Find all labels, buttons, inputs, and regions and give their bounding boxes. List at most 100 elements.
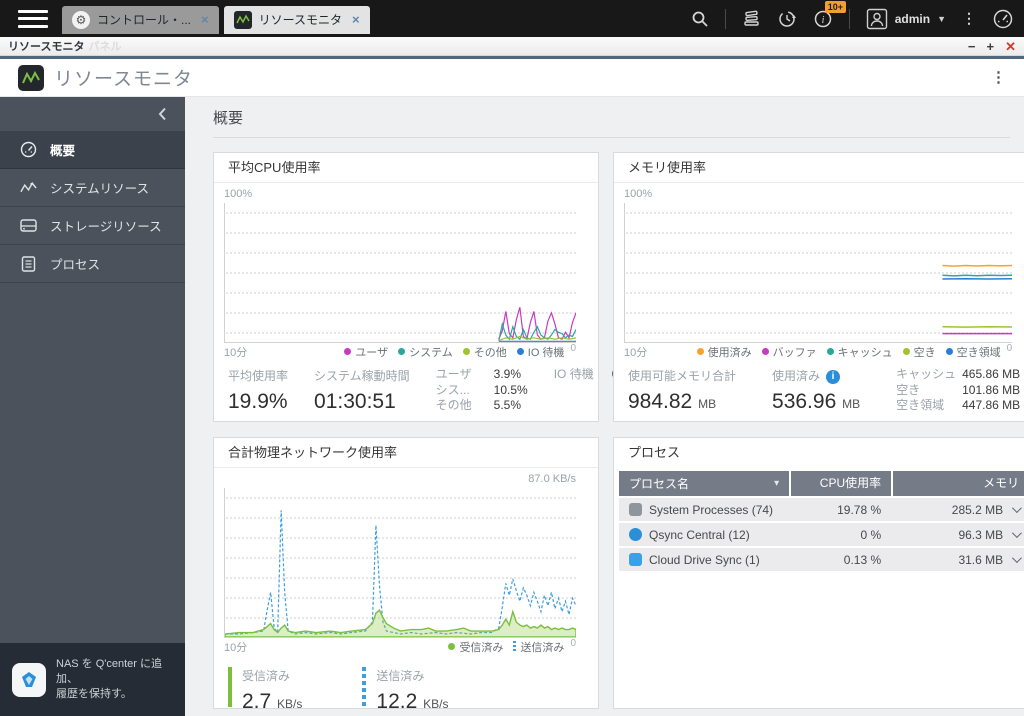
tab-close-icon[interactable]: ×	[352, 12, 360, 27]
expand-chevron-icon[interactable]	[1012, 528, 1023, 539]
desktop-topbar: ⚙ コントロール・... × リソースモニタ × i 10+ admin ▼ ⋮	[0, 0, 1024, 37]
sort-caret-icon[interactable]: ▾	[774, 478, 779, 489]
rx-swatch-bar	[228, 667, 232, 707]
network-stats: 受信済み 2.7 KB/s 送信済み 12.2 KB/s	[214, 655, 598, 714]
more-options-icon[interactable]: ⋮	[962, 11, 976, 25]
qcenter-promo-text: NAS を Q'center に追加、 履歴を保持す。	[56, 658, 163, 700]
qcenter-icon	[12, 662, 46, 697]
window-titlebar: リソースモニタ パネル − + ✕	[0, 37, 1024, 56]
table-row-system-processes[interactable]: System Processes (74) 19.78 % 285.2 MB	[619, 498, 1024, 521]
legend-dot	[945, 348, 953, 355]
panel-title: メモリ使用率	[614, 153, 1024, 183]
cloud-drive-sync-icon	[629, 553, 642, 566]
tab-label: リソースモニタ	[258, 13, 343, 27]
legend-dot	[902, 348, 910, 355]
tx-value: 12.2 KB/s	[376, 690, 449, 713]
info-icon[interactable]: i	[826, 369, 841, 384]
cpu-chart	[224, 203, 576, 343]
y-max-label: 87.0 KB/s	[528, 473, 576, 485]
sidebar-item-storage-resource[interactable]: ストレージリソース	[0, 207, 185, 245]
minimize-button[interactable]: −	[968, 40, 976, 53]
sidebar-item-process[interactable]: プロセス	[0, 245, 185, 283]
expand-chevron-icon[interactable]	[1012, 553, 1023, 564]
close-button[interactable]: ✕	[1005, 40, 1016, 53]
sidebar-collapse[interactable]	[0, 97, 185, 131]
window-title-ghost: パネル	[88, 41, 122, 53]
sidebar-item-label: プロセス	[50, 258, 101, 272]
resource-monitor-app-icon	[18, 64, 44, 91]
divider	[724, 8, 726, 29]
page-title: 概要	[213, 107, 1010, 138]
legend-dot	[761, 348, 769, 355]
sidebar-item-label: ストレージリソース	[50, 220, 162, 234]
sidebar: 概要 システムリソース ストレージリソース プロセス NAS を Q'cente…	[0, 97, 185, 716]
x-left-label: 10分	[624, 346, 648, 359]
network-legend: 受信済み 送信済み	[448, 639, 564, 655]
cpu-average-value: 19.9%	[228, 390, 288, 413]
user-menu[interactable]: admin ▼	[866, 8, 946, 30]
event-notifications-icon[interactable]: i 10+	[813, 0, 847, 29]
tab-close-icon[interactable]: ×	[201, 12, 209, 27]
cpu-breakdown: ユーザ 3.9% シス... 10.5% その他 5.5%	[435, 367, 528, 412]
x-right-label: 0	[570, 343, 576, 354]
memory-total-value: 984.82 MB	[628, 390, 717, 413]
tab-control-panel[interactable]: ⚙ コントロール・... ×	[62, 5, 219, 34]
panel-title: 平均CPU使用率	[214, 153, 598, 183]
legend-dot	[448, 643, 456, 650]
process-table-header: プロセス名 ▾ CPU使用率 メモリ	[619, 471, 1024, 496]
main-content: 概要 平均CPU使用率 100% 10分 ユーザ システム その他 IO 待機 …	[185, 97, 1024, 716]
app-more-icon[interactable]: ⋮	[991, 70, 1006, 85]
column-process-name[interactable]: プロセス名 ▾	[619, 475, 789, 492]
divider	[848, 8, 850, 29]
search-icon[interactable]	[691, 10, 709, 28]
maximize-button[interactable]: +	[987, 40, 995, 53]
table-row-qsync-central[interactable]: Qsync Central (12) 0 % 96.3 MB	[619, 523, 1024, 546]
line-chart-icon	[20, 181, 37, 195]
gear-icon: ⚙	[72, 10, 90, 29]
process-panel: プロセス プロセス名 ▾ CPU使用率 メモリ System Processes …	[613, 437, 1024, 709]
cpu-stats: 平均使用率 19.9% システム稼動時間 01:30:51 ユーザ 3.9% シス…	[214, 360, 639, 414]
sidebar-item-system-resource[interactable]: システムリソース	[0, 169, 185, 207]
main-menu-icon[interactable]	[18, 8, 48, 30]
x-left-label: 10分	[224, 346, 248, 359]
memory-chart	[624, 203, 1013, 343]
panel-title: 合計物理ネットワーク使用率	[214, 438, 598, 468]
background-tasks-icon[interactable]	[742, 9, 761, 28]
expand-chevron-icon[interactable]	[1012, 503, 1023, 514]
qcenter-promo[interactable]: NAS を Q'center に追加、 履歴を保持す。	[0, 643, 185, 716]
y-max-label: 100%	[224, 188, 253, 200]
cpu-usage-panel: 平均CPU使用率 100% 10分 ユーザ システム その他 IO 待機 0 平…	[213, 152, 639, 422]
system-process-icon	[629, 503, 642, 516]
memory-used-value: 536.96 MB	[772, 390, 861, 413]
qsync-central-icon	[629, 528, 642, 541]
legend-dot	[462, 348, 470, 355]
tx-swatch-bar	[362, 667, 367, 707]
legend-dot	[696, 348, 704, 355]
sidebar-item-label: 概要	[50, 144, 76, 158]
process-list-icon	[20, 255, 37, 272]
legend-dot	[398, 348, 406, 355]
username: admin	[894, 11, 931, 26]
notifications-refresh-icon[interactable]	[777, 9, 797, 29]
y-max-label: 100%	[624, 188, 653, 200]
chevron-left-icon	[158, 107, 166, 121]
process-table: プロセス名 ▾ CPU使用率 メモリ System Processes (74) …	[619, 471, 1024, 571]
storage-icon	[20, 218, 37, 233]
app-header: リソースモニタ ⋮	[0, 59, 1024, 97]
network-usage-panel: 合計物理ネットワーク使用率 87.0 KB/s 10分 受信済み 送信済み 0	[213, 437, 599, 713]
svg-text:i: i	[821, 15, 824, 26]
sidebar-item-overview[interactable]: 概要	[0, 131, 185, 169]
user-avatar-icon	[866, 8, 887, 29]
memory-legend: 使用済み バッファ キャッシュ 空き 空き領域	[696, 344, 1001, 360]
chevron-down-icon: ▼	[937, 13, 946, 24]
column-cpu-usage[interactable]: CPU使用率	[789, 471, 891, 496]
column-memory[interactable]: メモリ	[891, 471, 1024, 496]
table-row-cloud-drive-sync[interactable]: Cloud Drive Sync (1) 0.13 % 31.6 MB	[619, 548, 1024, 571]
tab-resource-monitor[interactable]: リソースモニタ ×	[223, 5, 370, 34]
app-title: リソースモニタ	[54, 69, 194, 90]
notification-badge: 10+	[824, 0, 847, 13]
sidebar-item-label: システムリソース	[50, 182, 150, 196]
resource-monitor-icon	[233, 10, 252, 29]
dashboard-gauge-icon[interactable]	[992, 8, 1014, 30]
uptime-value: 01:30:51	[314, 390, 396, 413]
